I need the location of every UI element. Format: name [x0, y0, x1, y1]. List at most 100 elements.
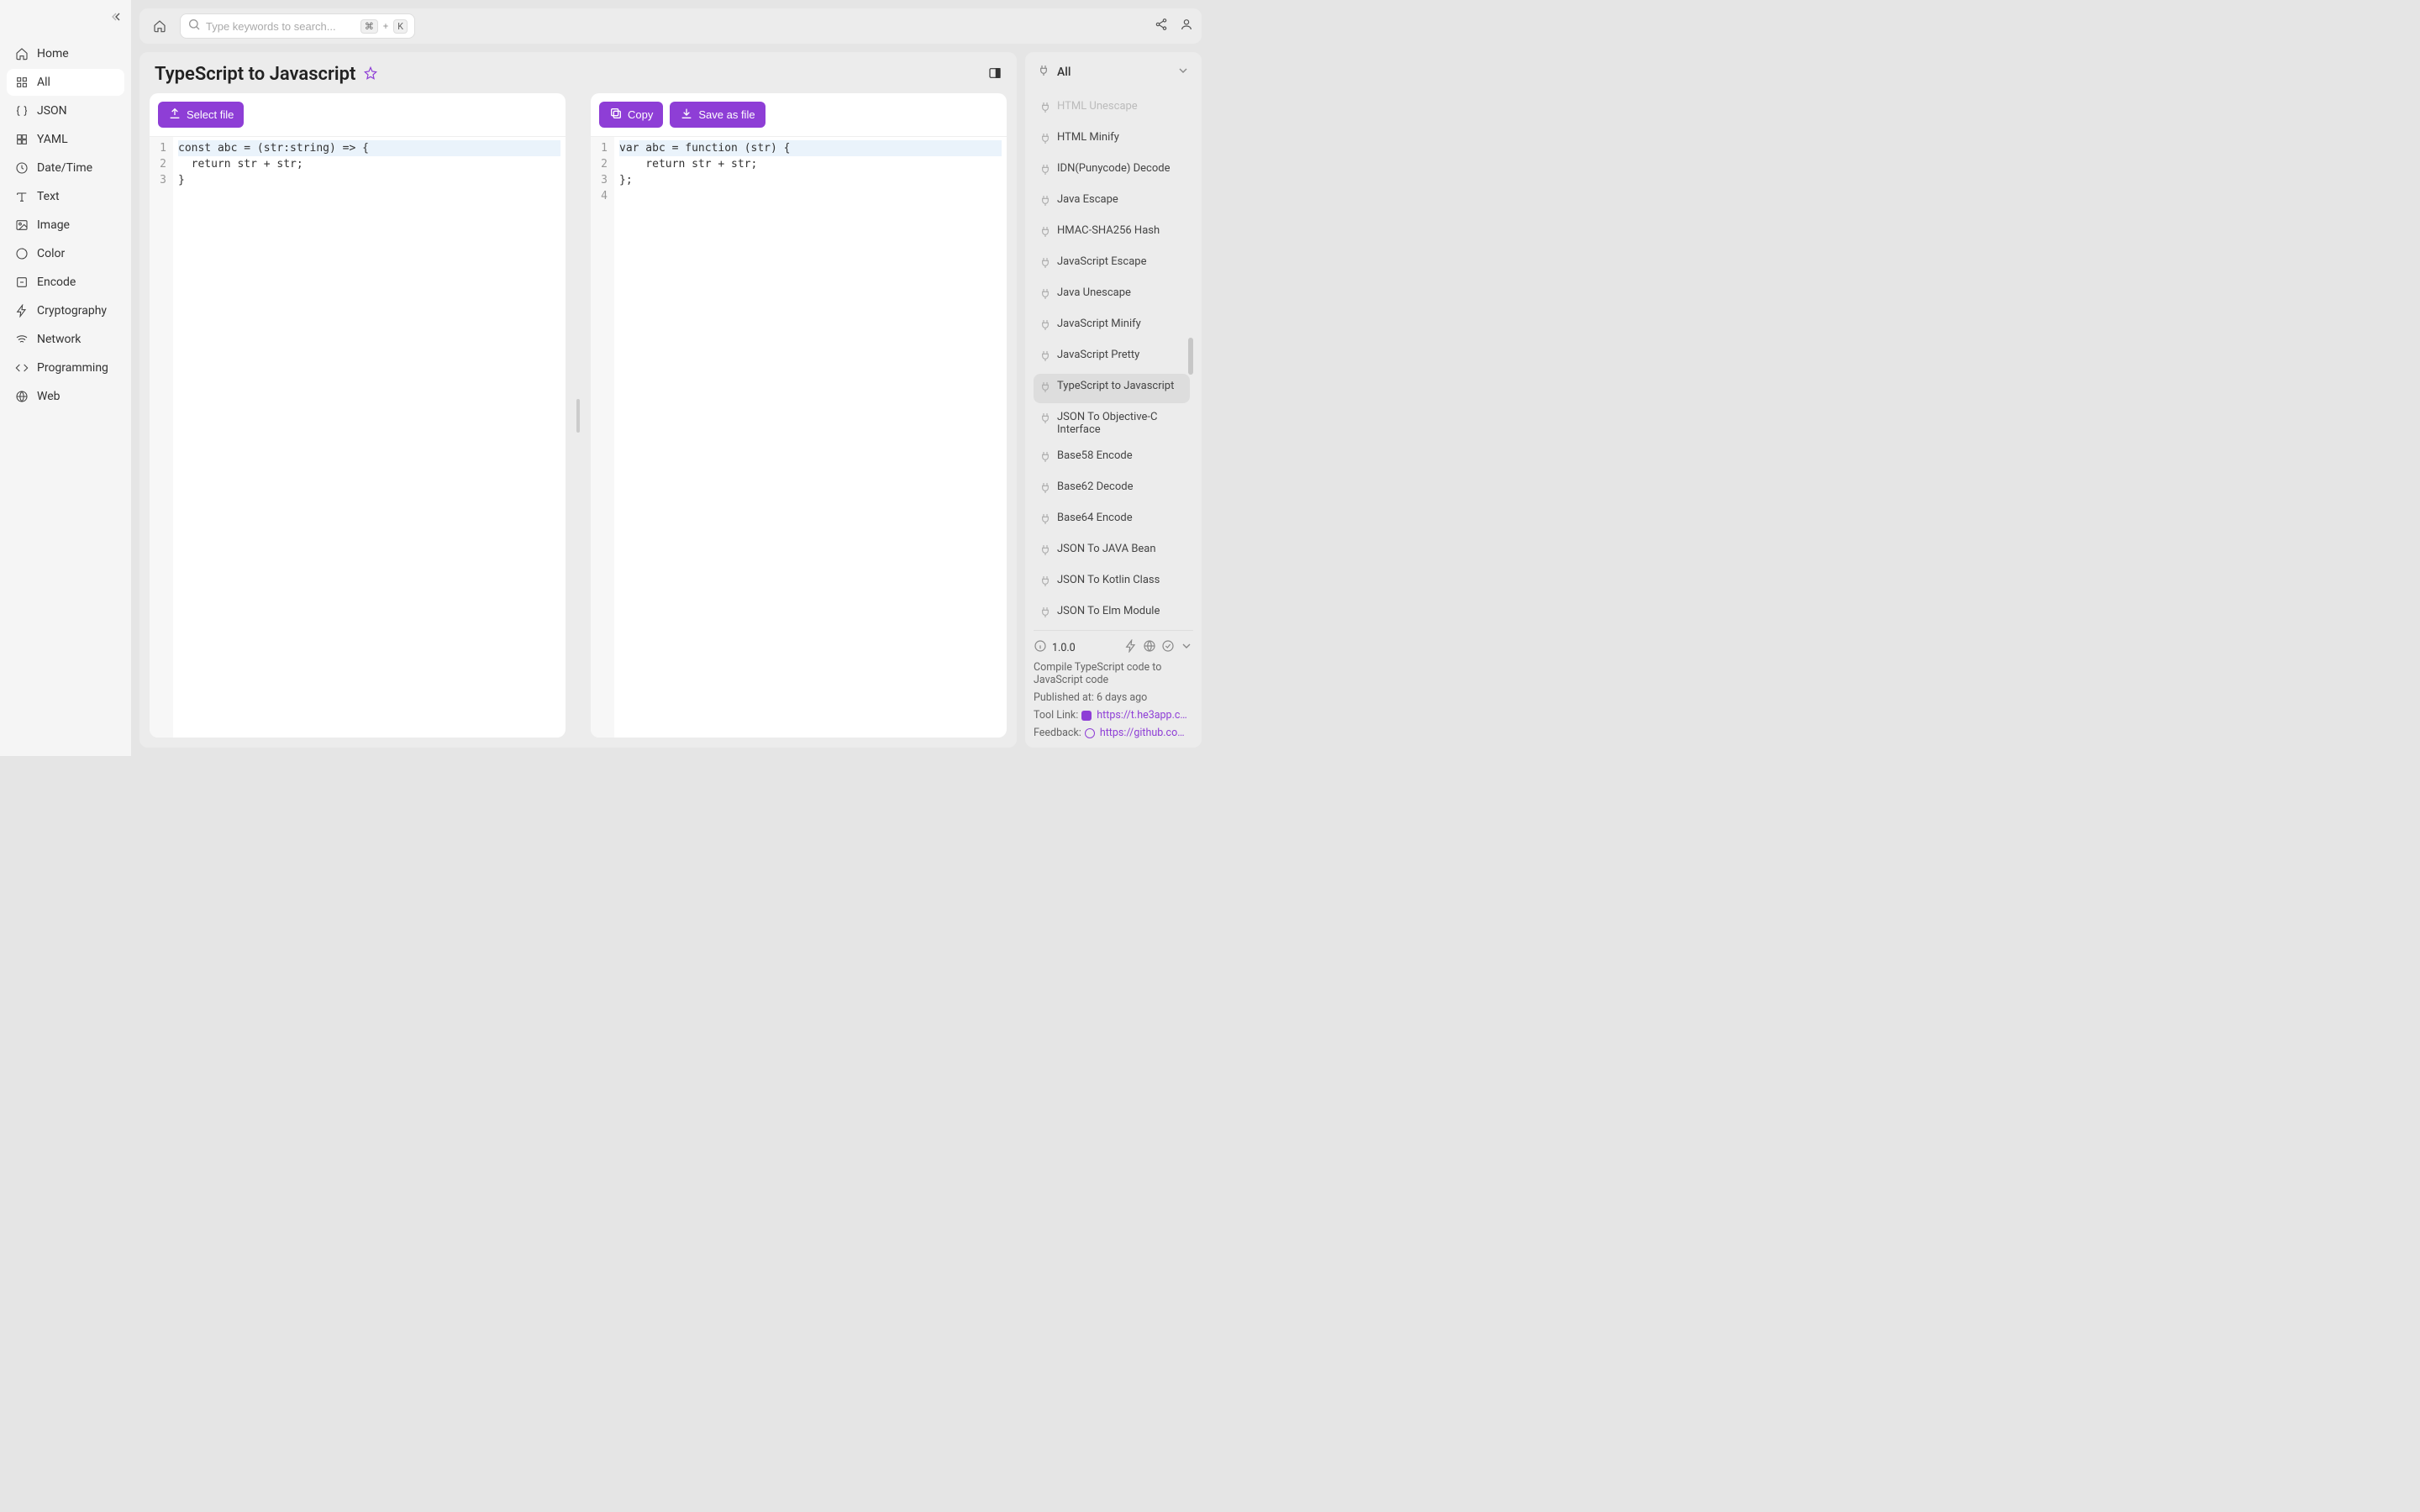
- bolt-icon[interactable]: [1124, 639, 1138, 656]
- sidebar-item-label: Network: [37, 333, 81, 346]
- plug-icon: [1039, 318, 1052, 335]
- plug-icon: [1039, 450, 1052, 467]
- sidebar-item-cryptography[interactable]: Cryptography: [7, 297, 124, 324]
- sidebar-item-image[interactable]: Image: [7, 212, 124, 239]
- version-text: 1.0.0: [1052, 642, 1076, 654]
- checkmark-icon[interactable]: [1161, 639, 1175, 656]
- sidebar-item-label: All: [37, 76, 50, 89]
- tool-item-java-unescape[interactable]: Java Unescape: [1034, 281, 1190, 310]
- plug-icon: [1039, 481, 1052, 498]
- title-row: TypeScript to Javascript: [139, 52, 1017, 93]
- sidebar-item-label: Web: [37, 390, 60, 403]
- plug-icon: [1037, 64, 1050, 81]
- filter-label: All: [1057, 66, 1071, 79]
- plug-icon: [1039, 225, 1052, 242]
- tool-link-label: Tool Link:: [1034, 709, 1078, 722]
- tool-item-javascript-minify[interactable]: JavaScript Minify: [1034, 312, 1190, 341]
- pane-divider[interactable]: [574, 93, 582, 738]
- tool-item-base58-encode[interactable]: Base58 Encode: [1034, 444, 1190, 473]
- tool-item-json-to-elm-module[interactable]: JSON To Elm Module: [1034, 599, 1190, 623]
- input-pane: Select file 123 const abc = (str:string)…: [150, 93, 566, 738]
- plug-icon: [1039, 132, 1052, 149]
- tool-item-typescript-to-javascript[interactable]: TypeScript to Javascript: [1034, 374, 1190, 403]
- tool-item-json-to-objective-c-interface[interactable]: JSON To Objective-C Interface: [1034, 405, 1190, 442]
- tool-item-java-escape[interactable]: Java Escape: [1034, 187, 1190, 217]
- tool-item-label: HTML Unescape: [1057, 100, 1138, 113]
- search-box[interactable]: ⌘ + K: [180, 13, 415, 39]
- plug-icon: [1039, 163, 1052, 180]
- share-icon[interactable]: [1155, 18, 1168, 34]
- tool-item-javascript-pretty[interactable]: JavaScript Pretty: [1034, 343, 1190, 372]
- right-panel: All HTML Unescape HTML Minify IDN(Punycode…: [1025, 52, 1202, 748]
- filter-row[interactable]: All: [1034, 60, 1193, 87]
- kbd-mod: ⌘: [360, 19, 378, 34]
- tool-item-label: JavaScript Pretty: [1057, 349, 1139, 361]
- sidebar-item-text[interactable]: Text: [7, 183, 124, 210]
- tool-item-base62-decode[interactable]: Base62 Decode: [1034, 475, 1190, 504]
- select-file-button[interactable]: Select file: [158, 102, 244, 128]
- topbar: ⌘ + K: [139, 8, 1202, 44]
- tool-item-json-to-kotlin-class[interactable]: JSON To Kotlin Class: [1034, 568, 1190, 597]
- panel-toggle-icon[interactable]: [988, 66, 1002, 83]
- sidebar-item-label: Encode: [37, 276, 76, 289]
- sidebar-list: Home All JSON YAML Date/TimeText Image Color En…: [7, 40, 124, 410]
- save-as-file-button[interactable]: Save as file: [670, 102, 765, 128]
- code-icon: [15, 361, 29, 375]
- tool-item-javascript-escape[interactable]: JavaScript Escape: [1034, 249, 1190, 279]
- sidebar-item-date-time[interactable]: Date/Time: [7, 155, 124, 181]
- tool-link[interactable]: https://t.he3app.co…: [1097, 709, 1189, 722]
- text-icon: [15, 190, 29, 203]
- tool-item-label: JavaScript Escape: [1057, 255, 1146, 268]
- plug-icon: [1039, 381, 1052, 397]
- copy-button[interactable]: Copy: [599, 102, 663, 128]
- tool-item-hmac-sha256-hash[interactable]: HMAC-SHA256 Hash: [1034, 218, 1190, 248]
- tool-item-idn-punycode-decode[interactable]: IDN(Punycode) Decode: [1034, 156, 1190, 186]
- tool-item-label: JavaScript Minify: [1057, 318, 1141, 330]
- tool-item-html-unescape[interactable]: HTML Unescape: [1034, 94, 1190, 123]
- sidebar-item-color[interactable]: Color: [7, 240, 124, 267]
- chevron-down-icon[interactable]: [1180, 639, 1193, 656]
- tool-item-html-minify[interactable]: HTML Minify: [1034, 125, 1190, 155]
- input-editor[interactable]: 123 const abc = (str:string) => { return…: [150, 136, 566, 738]
- sidebar-item-label: Image: [37, 218, 70, 232]
- user-icon[interactable]: [1180, 18, 1193, 34]
- work-area: TypeScript to Javascript: [139, 52, 1017, 748]
- sidebar-item-encode[interactable]: Encode: [7, 269, 124, 296]
- kbd-plus: +: [383, 21, 388, 32]
- globe-icon: [15, 390, 29, 403]
- upload-icon: [168, 107, 182, 123]
- kbd-key: K: [393, 19, 408, 34]
- output-editor[interactable]: 1234 var abc = function (str) { return s…: [591, 136, 1007, 738]
- sidebar-item-all[interactable]: All: [7, 69, 124, 96]
- globe-icon[interactable]: [1143, 639, 1156, 656]
- tool-item-json-to-java-bean[interactable]: JSON To JAVA Bean: [1034, 537, 1190, 566]
- tool-item-base64-encode[interactable]: Base64 Encode: [1034, 506, 1190, 535]
- select-file-label: Select file: [187, 108, 234, 121]
- scrollbar-thumb[interactable]: [1188, 338, 1193, 375]
- wifi-icon: [15, 333, 29, 346]
- tools-list[interactable]: HTML Unescape HTML Minify IDN(Punycode) De…: [1034, 94, 1193, 623]
- output-pane: Copy Save as file 1234 var abc =: [591, 93, 1007, 738]
- sidebar-item-json[interactable]: JSON: [7, 97, 124, 124]
- sidebar-item-yaml[interactable]: YAML: [7, 126, 124, 153]
- sidebar-item-home[interactable]: Home: [7, 40, 124, 67]
- published-value: 6 days ago: [1097, 691, 1147, 704]
- chevron-down-icon[interactable]: [1176, 64, 1190, 81]
- tool-item-label: HTML Minify: [1057, 131, 1119, 144]
- sidebar-item-web[interactable]: Web: [7, 383, 124, 410]
- description-text: Compile TypeScript code to JavaScript co…: [1034, 661, 1193, 686]
- sidebar-item-label: JSON: [37, 104, 67, 118]
- sidebar-item-programming[interactable]: Programming: [7, 354, 124, 381]
- search-icon: [187, 18, 201, 34]
- search-input[interactable]: [206, 20, 355, 33]
- sidebar-collapse-icon[interactable]: [111, 10, 124, 27]
- favorite-star-icon[interactable]: [364, 66, 377, 83]
- disc-icon: [15, 247, 29, 260]
- tool-item-label: Java Unescape: [1057, 286, 1131, 299]
- sidebar-item-network[interactable]: Network: [7, 326, 124, 353]
- tool-item-label: JSON To Elm Module: [1057, 605, 1160, 617]
- sidebar-item-label: YAML: [37, 133, 68, 146]
- home-button[interactable]: [148, 14, 171, 38]
- feedback-link[interactable]: https://github.com/…: [1100, 727, 1192, 739]
- info-box: 1.0.0 Compile TypeScript code to JavaScr…: [1034, 630, 1193, 739]
